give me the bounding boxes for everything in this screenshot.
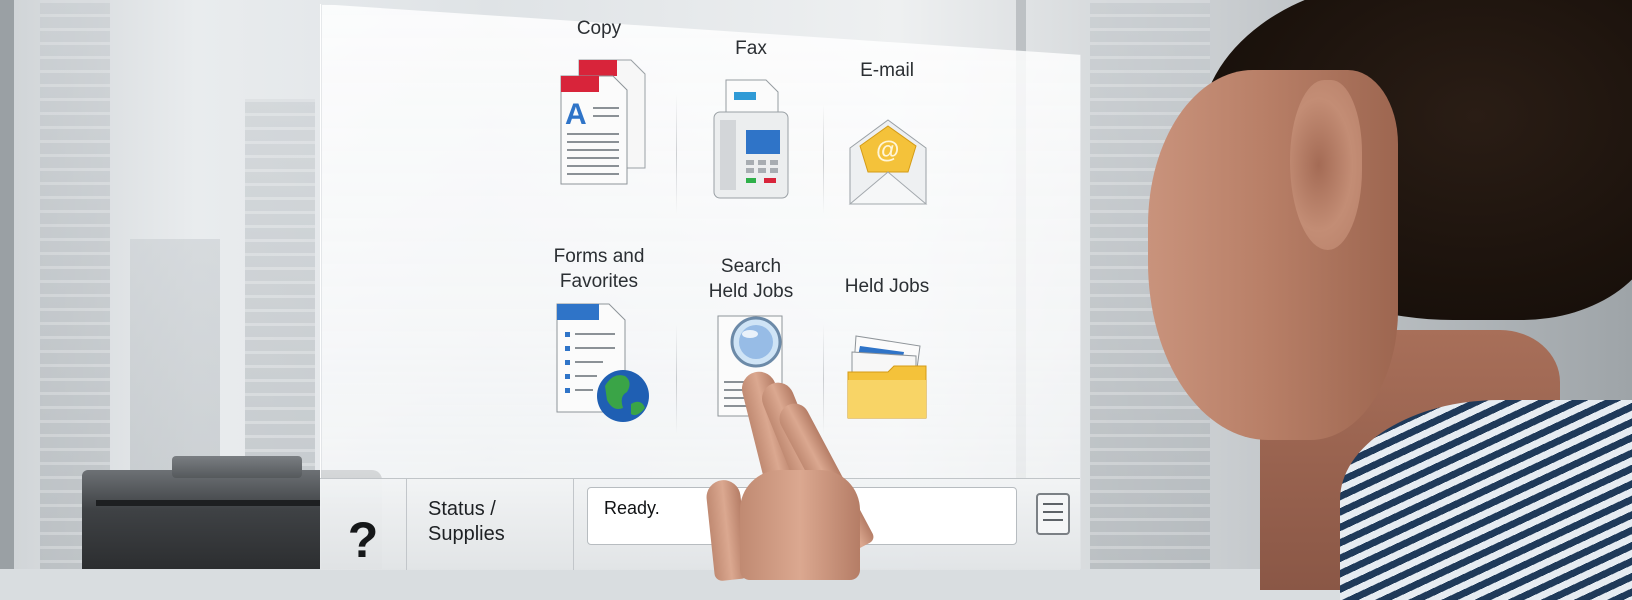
tile-label: Copy: [576, 18, 622, 39]
email-icon: @: [848, 119, 928, 205]
list-icon: [1043, 511, 1063, 513]
tile-email[interactable]: E-mail: [802, 58, 972, 83]
tile-label: E-mail: [860, 60, 914, 81]
list-icon: [1043, 503, 1063, 505]
divider: [676, 94, 677, 214]
tile-forms-favorites[interactable]: Forms and Favorites: [514, 244, 684, 294]
palm: [740, 470, 860, 580]
copy-icon: A: [560, 59, 646, 185]
ear: [1290, 80, 1362, 250]
job-list-button[interactable]: [1036, 493, 1070, 535]
tile-label: Forms and Favorites: [553, 246, 645, 292]
list-icon: [1043, 519, 1063, 521]
tile-label: Held Jobs: [844, 276, 930, 297]
svg-text:@: @: [876, 137, 899, 164]
help-icon: ?: [347, 512, 379, 568]
divider: [676, 324, 677, 434]
forms-favorites-icon: [556, 303, 649, 422]
help-button[interactable]: ?: [320, 479, 407, 570]
status-supplies-button[interactable]: Status / Supplies: [408, 479, 574, 570]
fax-icon: [713, 79, 789, 199]
window-frame-left: [0, 0, 14, 569]
tile-copy[interactable]: Copy: [514, 16, 684, 41]
divider: [823, 104, 824, 214]
person-photo: [1140, 0, 1632, 600]
tile-held-jobs[interactable]: Held Jobs: [802, 274, 972, 299]
hand: [700, 360, 900, 582]
status-supplies-label: Status / Supplies: [428, 498, 505, 545]
face: [1148, 70, 1398, 440]
status-message: Ready.: [604, 498, 660, 518]
shirt: [1340, 400, 1632, 600]
svg-text:A: A: [565, 98, 587, 131]
